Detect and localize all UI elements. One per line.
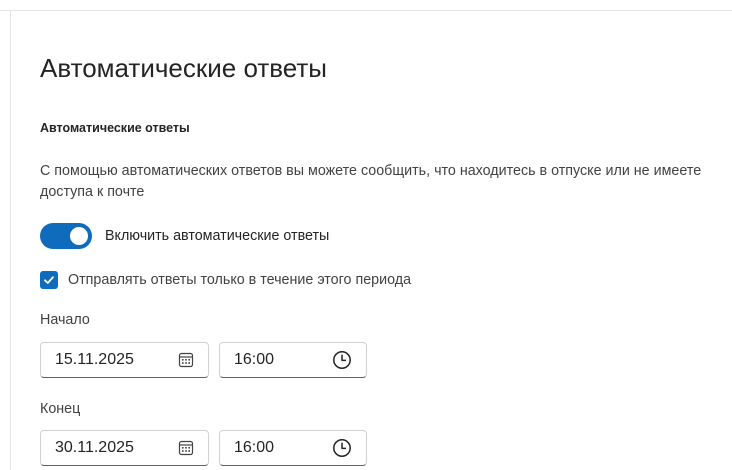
toggle-knob xyxy=(70,227,88,245)
left-divider xyxy=(10,11,11,470)
checkmark-icon xyxy=(44,276,54,284)
calendar-icon[interactable] xyxy=(178,440,194,456)
end-time-field[interactable]: 16:00 xyxy=(219,430,367,466)
start-time-field[interactable]: 16:00 xyxy=(219,342,367,378)
auto-reply-toggle-row: Включить автоматические ответы xyxy=(40,223,329,249)
automatic-replies-page: Автоматические ответы Автоматические отв… xyxy=(0,0,732,470)
calendar-icon[interactable] xyxy=(178,352,194,368)
end-time-value: 16:00 xyxy=(234,439,275,456)
period-checkbox[interactable] xyxy=(40,271,58,289)
start-label: Начало xyxy=(40,312,90,328)
end-date-field[interactable]: 30.11.2025 xyxy=(40,430,209,466)
auto-reply-toggle[interactable] xyxy=(40,223,92,249)
start-time-value: 16:00 xyxy=(234,351,275,368)
start-date-field[interactable]: 15.11.2025 xyxy=(40,342,209,378)
end-label: Конец xyxy=(40,401,81,417)
auto-reply-toggle-label[interactable]: Включить автоматические ответы xyxy=(105,228,329,244)
period-checkbox-row: Отправлять ответы только в течение этого… xyxy=(40,270,411,290)
section-title: Автоматические ответы xyxy=(40,121,190,135)
period-checkbox-label[interactable]: Отправлять ответы только в течение этого… xyxy=(68,272,411,288)
section-description: С помощью автоматических ответов вы може… xyxy=(40,163,702,200)
start-date-value: 15.11.2025 xyxy=(55,351,134,368)
top-divider xyxy=(0,10,732,11)
clock-icon[interactable] xyxy=(332,350,352,370)
end-date-value: 30.11.2025 xyxy=(55,439,134,456)
page-title: Автоматические ответы xyxy=(40,53,327,83)
clock-icon[interactable] xyxy=(332,438,352,458)
